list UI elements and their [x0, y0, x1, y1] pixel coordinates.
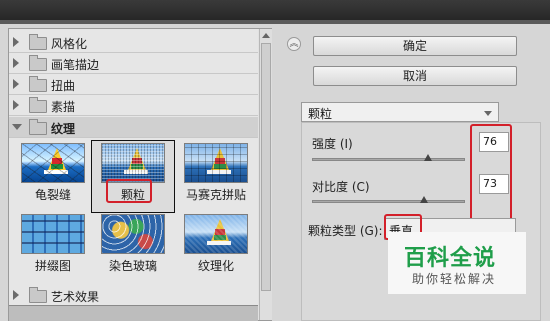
watermark-title: 百科全说	[404, 246, 497, 271]
category-label: 素描	[51, 100, 76, 114]
folder-icon	[29, 287, 47, 303]
category-distort[interactable]: 扭曲	[9, 74, 258, 95]
chevron-down-icon	[484, 111, 492, 116]
double-chevron-up-icon: ︽	[289, 39, 299, 49]
thumbnail-label: 龟裂缝	[34, 188, 71, 202]
category-artistic[interactable]: 艺术效果	[9, 285, 258, 306]
intensity-slider-track[interactable]	[312, 158, 465, 161]
highlight-box	[470, 124, 512, 224]
category-label: 风格化	[51, 37, 88, 51]
category-sketch[interactable]: 素描	[9, 95, 258, 116]
folder-icon	[29, 119, 47, 135]
thumbnail-label: 染色玻璃	[108, 259, 157, 273]
scrollbar-thumb[interactable]	[261, 43, 271, 291]
expand-arrow-icon	[13, 58, 19, 68]
thumbnail-mosaic-tiles[interactable]	[184, 143, 248, 183]
ok-button[interactable]: 确定	[313, 36, 517, 56]
highlight-box	[106, 179, 152, 203]
expand-arrow-icon	[13, 290, 19, 300]
folder-icon	[29, 76, 47, 92]
thumbnail-label: 马赛克拼贴	[185, 188, 246, 202]
category-stylize[interactable]: 风格化	[9, 32, 258, 53]
expand-arrow-icon	[13, 100, 19, 110]
cancel-button[interactable]: 取消	[313, 66, 517, 86]
thumbnail-texturizer[interactable]	[184, 214, 248, 254]
intensity-label: 强度 (I)	[312, 137, 353, 151]
collapse-gallery-button[interactable]: ︽	[287, 37, 301, 51]
watermark: 百科全说 助你轻松解决	[388, 232, 526, 294]
category-texture[interactable]: 纹理	[9, 117, 258, 138]
folder-icon	[29, 97, 47, 113]
category-label: 纹理	[51, 122, 76, 136]
expand-arrow-icon	[13, 79, 19, 89]
vertical-scrollbar[interactable]	[259, 29, 272, 320]
category-label: 艺术效果	[51, 290, 100, 304]
contrast-label: 对比度 (C)	[312, 180, 370, 194]
thumbnail-patchwork[interactable]	[21, 214, 85, 254]
category-label: 画笔描边	[51, 58, 100, 72]
thumbnail-craquelure[interactable]	[21, 143, 85, 183]
category-brush-strokes[interactable]: 画笔描边	[9, 53, 258, 74]
gallery-bottom-bar	[9, 305, 258, 321]
watermark-subtitle: 助你轻松解决	[412, 272, 497, 286]
filter-gallery-panel: 风格化 画笔描边 扭曲 素描 纹理 龟裂缝 颗粒 马赛克拼贴 拼缀图 染色玻璃 …	[8, 28, 272, 321]
thumbnail-grain[interactable]	[101, 143, 165, 183]
collapse-arrow-icon	[12, 124, 22, 130]
window-title-bar	[0, 0, 550, 24]
scroll-up-icon[interactable]	[262, 33, 270, 38]
expand-arrow-icon	[13, 37, 19, 47]
folder-icon	[29, 55, 47, 71]
grain-type-label: 颗粒类型 (G):	[308, 224, 383, 238]
thumbnail-stained-glass[interactable]	[101, 214, 165, 254]
contrast-slider-handle[interactable]	[419, 196, 428, 203]
intensity-slider-handle[interactable]	[424, 154, 433, 161]
thumbnail-label: 纹理化	[197, 259, 234, 273]
contrast-slider-track[interactable]	[312, 200, 465, 203]
filter-select[interactable]: 颗粒	[301, 102, 499, 122]
thumbnail-label: 拼缀图	[34, 259, 71, 273]
folder-icon	[29, 34, 47, 50]
filter-select-value: 颗粒	[308, 107, 333, 121]
category-label: 扭曲	[51, 79, 76, 93]
